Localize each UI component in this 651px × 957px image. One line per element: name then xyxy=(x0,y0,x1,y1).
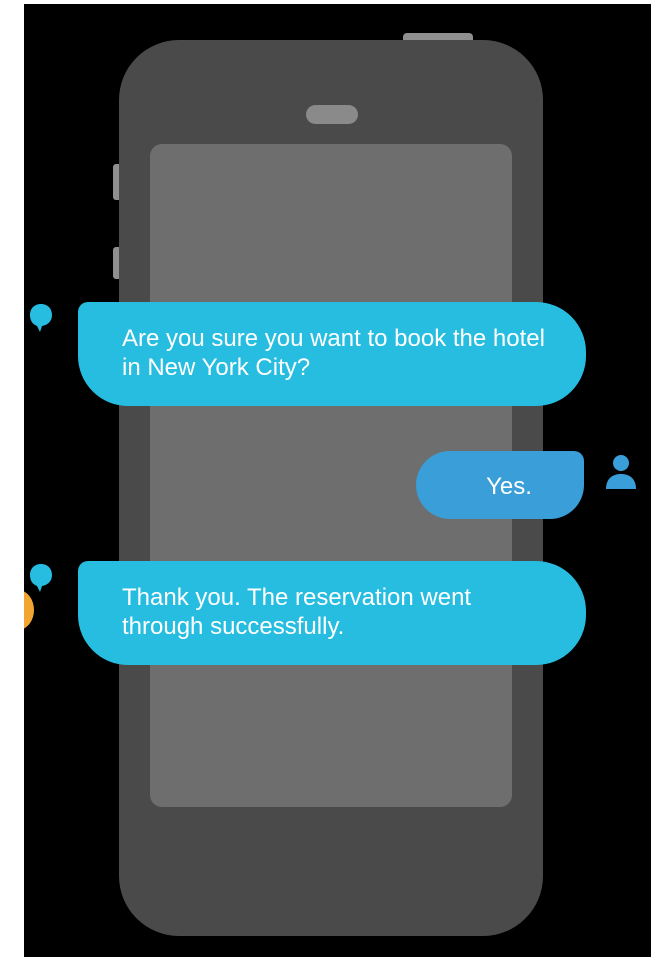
bot-message-bubble: Thank you. The reservation went through … xyxy=(78,561,586,665)
chat-bubble-icon xyxy=(28,562,54,599)
chat-bubble-icon xyxy=(28,302,54,339)
message-text: Thank you. The reservation went through … xyxy=(122,584,472,640)
message-text: Are you sure you want to book the hotel … xyxy=(122,325,545,381)
animation-scene: Are you sure you want to book the hotel … xyxy=(24,4,651,957)
phone-speaker xyxy=(306,105,358,124)
message-text: Yes. xyxy=(486,473,532,500)
bot-message-bubble: Are you sure you want to book the hotel … xyxy=(78,302,586,406)
user-icon xyxy=(604,453,638,496)
page: Are you sure you want to book the hotel … xyxy=(0,0,651,957)
user-message-bubble: Yes. xyxy=(416,451,584,519)
